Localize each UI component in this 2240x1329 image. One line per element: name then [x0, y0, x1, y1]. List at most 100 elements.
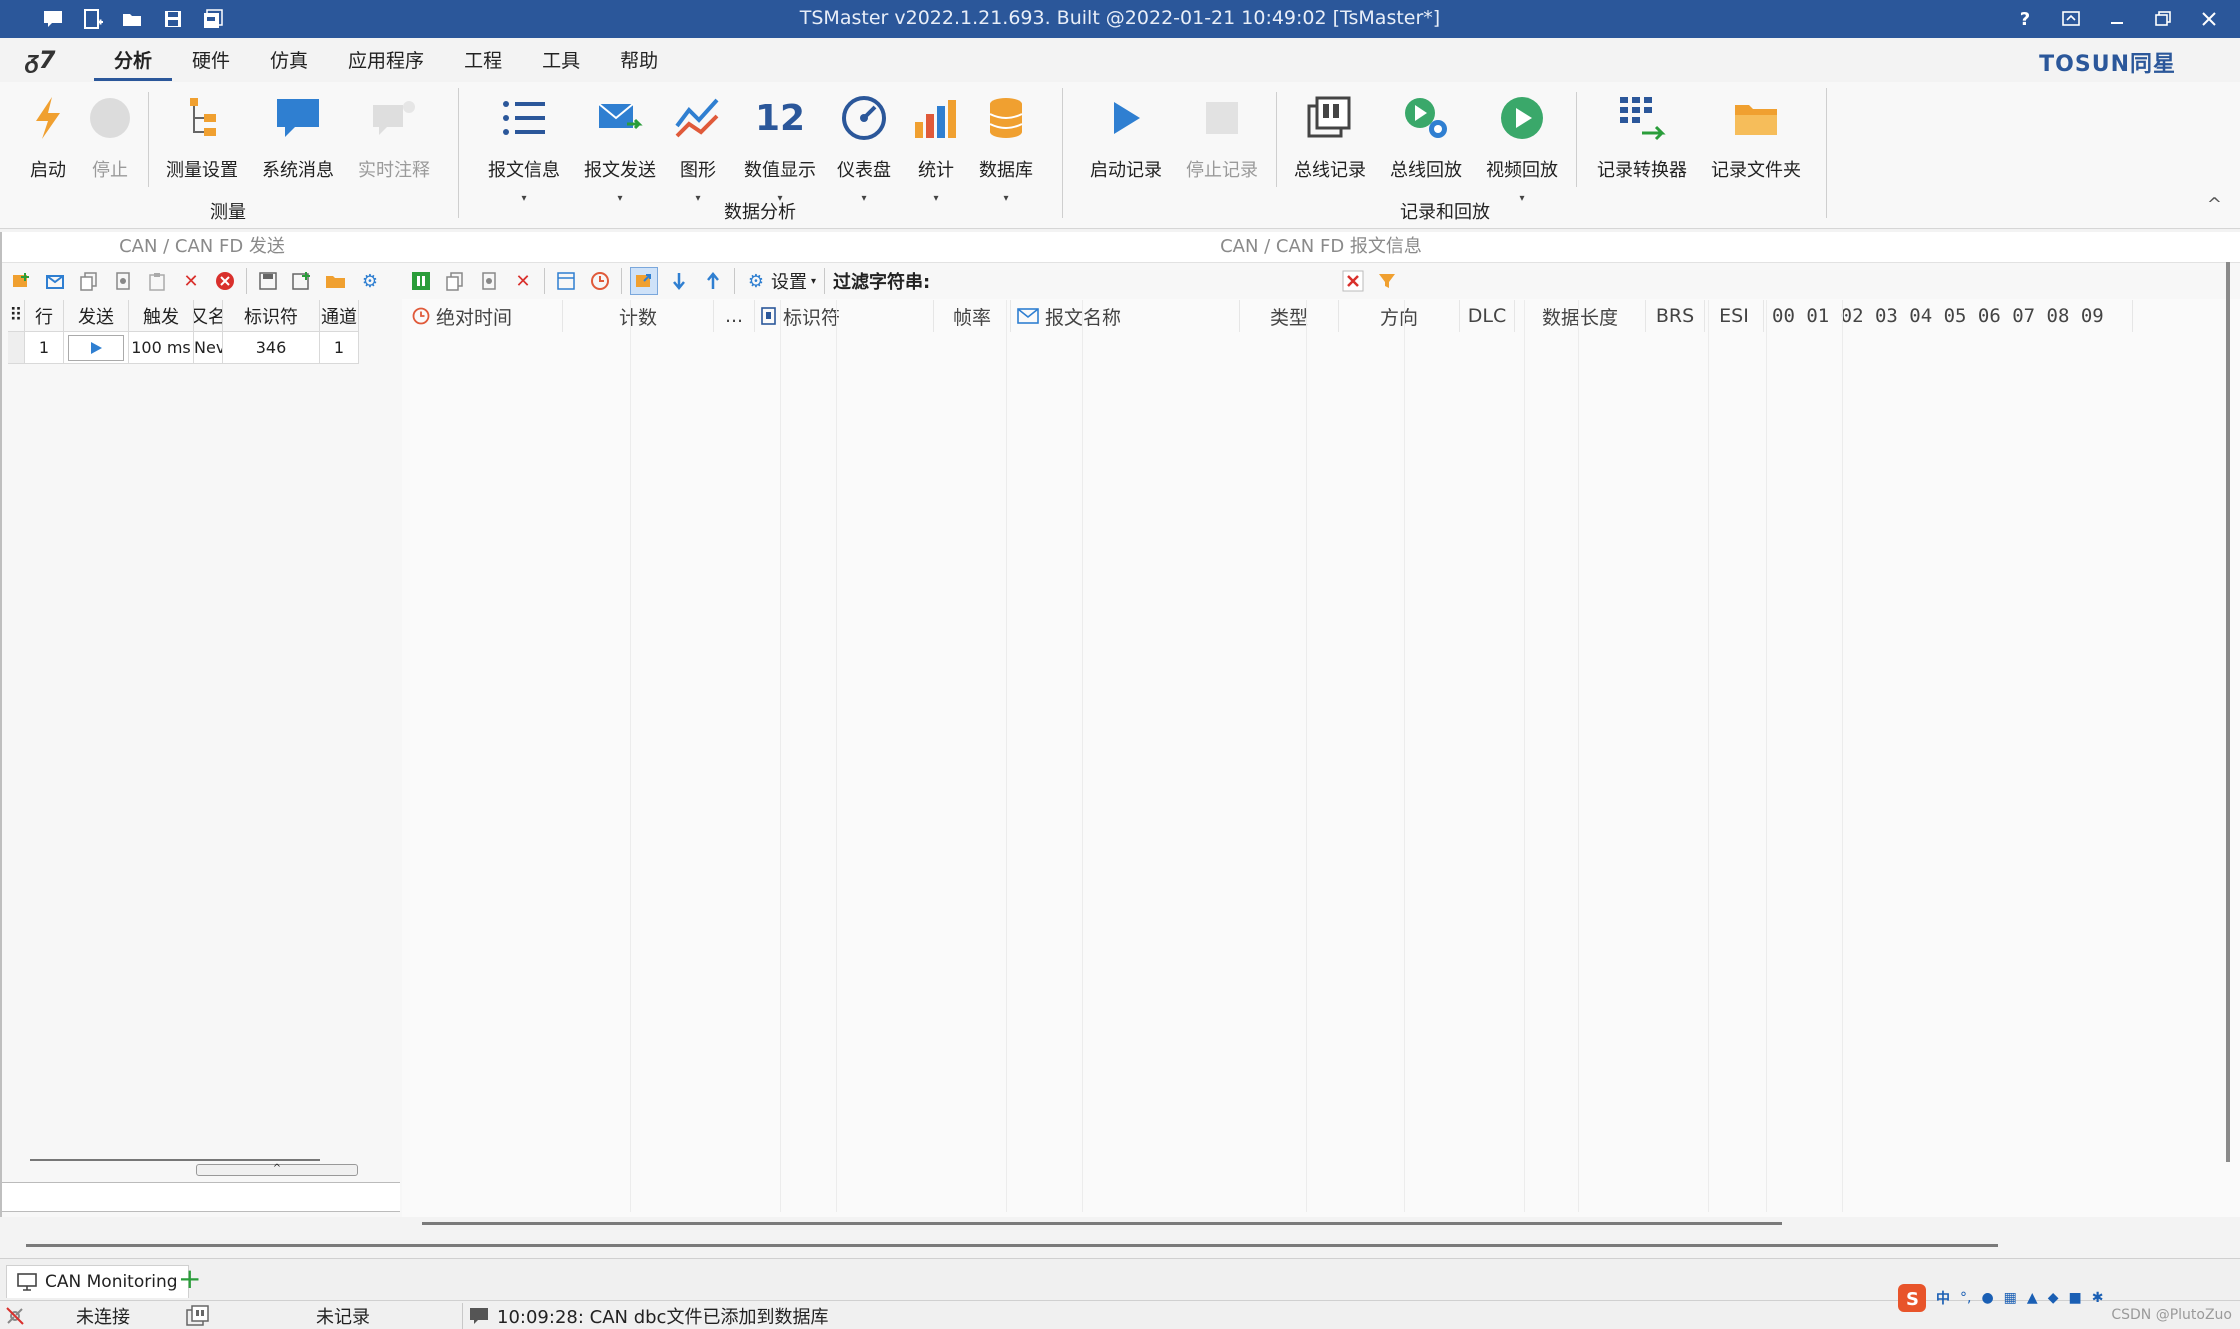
stop-record-button[interactable]: 停止记录 — [1180, 88, 1264, 198]
workspace-scrollbar[interactable] — [26, 1244, 1998, 1247]
pause-icon[interactable] — [408, 268, 434, 294]
system-message-button[interactable]: 系统消息 — [256, 88, 340, 198]
collapse-ribbon-icon[interactable]: ^ — [2207, 194, 2222, 215]
connection-status[interactable]: 未连接 — [4, 1303, 130, 1329]
start-record-button[interactable]: 启动记录 — [1084, 88, 1168, 198]
envelope-send-icon — [590, 88, 650, 148]
col-type[interactable]: 类型 — [1240, 300, 1339, 332]
copy-icon[interactable] — [76, 268, 102, 294]
col-identifier[interactable]: 标识符 — [755, 300, 934, 332]
video-replay-button[interactable]: 视频回放 ▾ — [1480, 88, 1564, 204]
row-identifier[interactable]: 346 — [223, 332, 320, 364]
row-trigger[interactable]: 100 ms — [129, 332, 194, 364]
start-button[interactable]: 启动 — [18, 88, 78, 198]
tab-can-monitoring[interactable]: CAN Monitoring — [6, 1265, 189, 1298]
statistics-button[interactable]: 统计 ▾ — [906, 88, 966, 204]
fixed-position-icon[interactable] — [553, 268, 579, 294]
help-button[interactable]: ? — [2002, 2, 2048, 36]
settings-gear-icon[interactable]: ⚙ — [743, 268, 769, 294]
menu-help[interactable]: 帮助 — [600, 48, 678, 78]
database-button[interactable]: 数据库 ▾ — [976, 88, 1036, 204]
dashboard-label: 仪表盘 — [837, 160, 891, 181]
keyboard-icon[interactable]: ▦ — [2004, 1290, 2017, 1306]
realtime-note-button[interactable]: 实时注释 — [352, 88, 436, 198]
clear-icon[interactable]: ✕ — [510, 268, 536, 294]
maximize-button[interactable] — [2140, 2, 2186, 36]
copy-selection-icon[interactable] — [476, 268, 502, 294]
apps-icon[interactable]: ■ — [2068, 1290, 2081, 1306]
table-row[interactable]: 1 100 ms Nev 346 1 — [8, 332, 400, 364]
save-as-icon[interactable] — [289, 268, 315, 294]
record-converter-button[interactable]: 记录转换器 — [1592, 88, 1692, 198]
stop-button[interactable]: 停止 — [80, 88, 140, 198]
save-icon[interactable] — [255, 268, 281, 294]
app-logo[interactable]: ᵹ7 — [26, 46, 55, 75]
send-frame-button[interactable] — [68, 334, 124, 361]
minimize-button[interactable] — [2094, 2, 2140, 36]
horizontal-scrollbar[interactable] — [422, 1222, 1782, 1225]
delete-all-icon[interactable] — [212, 268, 238, 294]
paste-icon[interactable] — [144, 268, 170, 294]
col-absolute-time[interactable]: 绝对时间 — [406, 300, 563, 332]
col-count[interactable]: 计数 — [563, 300, 714, 332]
open-folder-icon[interactable] — [323, 268, 349, 294]
ime-toolbar[interactable]: S 中 °, ● ▦ ▲ ◆ ■ ✱ — [1898, 1284, 2103, 1312]
gear-icon[interactable]: ⚙ — [357, 268, 383, 294]
menu-tools[interactable]: 工具 — [522, 48, 600, 78]
bus-replay-button[interactable]: 总线回放 — [1384, 88, 1468, 198]
col-more[interactable]: ... — [714, 300, 755, 332]
col-message-name[interactable]: 报文名称 — [1011, 300, 1240, 332]
add-tab-button[interactable]: + — [178, 1265, 201, 1293]
row-channel[interactable]: 1 — [320, 332, 359, 364]
cut-icon[interactable] — [110, 268, 136, 294]
dashboard-button[interactable]: 仪表盘 ▾ — [834, 88, 894, 204]
can-message-toolbar: ✕ ⚙ 设置 ▾ 过滤字符串: — [402, 263, 2240, 299]
col-data-length[interactable]: 数据长度 — [1515, 300, 1646, 332]
scroll-mode-icon[interactable] — [630, 267, 658, 295]
bus-record-button[interactable]: 总线记录 — [1288, 88, 1372, 198]
cloud-icon[interactable]: ◆ — [2048, 1290, 2059, 1306]
col-brs[interactable]: BRS — [1646, 300, 1705, 332]
punctuation-icon[interactable]: °, — [1960, 1290, 1971, 1306]
splitter-handle[interactable]: ^ — [196, 1164, 358, 1176]
measure-settings-button[interactable]: 测量设置 — [160, 88, 244, 198]
record-folder-button[interactable]: 记录文件夹 — [1706, 88, 1806, 198]
value-display-button[interactable]: 12 数值显示 ▾ — [738, 88, 822, 205]
restore-layout-button[interactable] — [2048, 2, 2094, 36]
start-label: 启动 — [30, 160, 66, 181]
microphone-icon[interactable]: ● — [1981, 1290, 1993, 1306]
add-frame-icon[interactable] — [8, 268, 34, 294]
menu-analysis[interactable]: 分析 — [94, 48, 173, 81]
add-from-db-icon[interactable] — [42, 268, 68, 294]
menu-application[interactable]: 应用程序 — [328, 48, 444, 78]
ime-language[interactable]: 中 — [1936, 1288, 1950, 1308]
close-window-button[interactable] — [2186, 2, 2232, 36]
recording-status-text: 未记录 — [316, 1307, 370, 1328]
clock-icon[interactable] — [587, 268, 613, 294]
clear-filter-icon[interactable] — [1340, 268, 1366, 294]
graph-button[interactable]: 图形 ▾ — [668, 88, 728, 204]
settings-dropdown[interactable]: 设置 ▾ — [771, 268, 816, 294]
col-dlc[interactable]: DLC — [1460, 300, 1515, 332]
ime-settings-icon[interactable]: ✱ — [2092, 1290, 2104, 1306]
funnel-icon[interactable] — [1374, 268, 1400, 294]
menu-simulation[interactable]: 仿真 — [250, 48, 328, 78]
horizontal-scrollbar[interactable] — [30, 1159, 320, 1161]
message-send-button[interactable]: 报文发送 ▾ — [578, 88, 662, 204]
col-frame-rate[interactable]: 帧率 — [934, 300, 1011, 332]
row-name[interactable]: Nev — [194, 332, 223, 364]
menu-project[interactable]: 工程 — [444, 48, 522, 78]
skin-icon[interactable]: ▲ — [2027, 1290, 2038, 1306]
message-info-button[interactable]: 报文信息 ▾ — [482, 88, 566, 204]
vertical-scrollbar[interactable] — [2226, 262, 2230, 1162]
filter-input[interactable] — [938, 267, 1333, 295]
menu-hardware[interactable]: 硬件 — [172, 48, 250, 78]
copy-icon[interactable] — [442, 268, 468, 294]
arrow-up-icon[interactable] — [700, 268, 726, 294]
col-esi[interactable]: ESI — [1705, 300, 1764, 332]
col-data-bytes[interactable]: 00 01 02 03 04 05 06 07 08 09 — [1764, 300, 2133, 332]
recording-status[interactable]: 未记录 — [186, 1303, 370, 1329]
arrow-down-icon[interactable] — [666, 268, 692, 294]
col-direction[interactable]: 方向 — [1339, 300, 1460, 332]
delete-icon[interactable]: ✕ — [178, 268, 204, 294]
